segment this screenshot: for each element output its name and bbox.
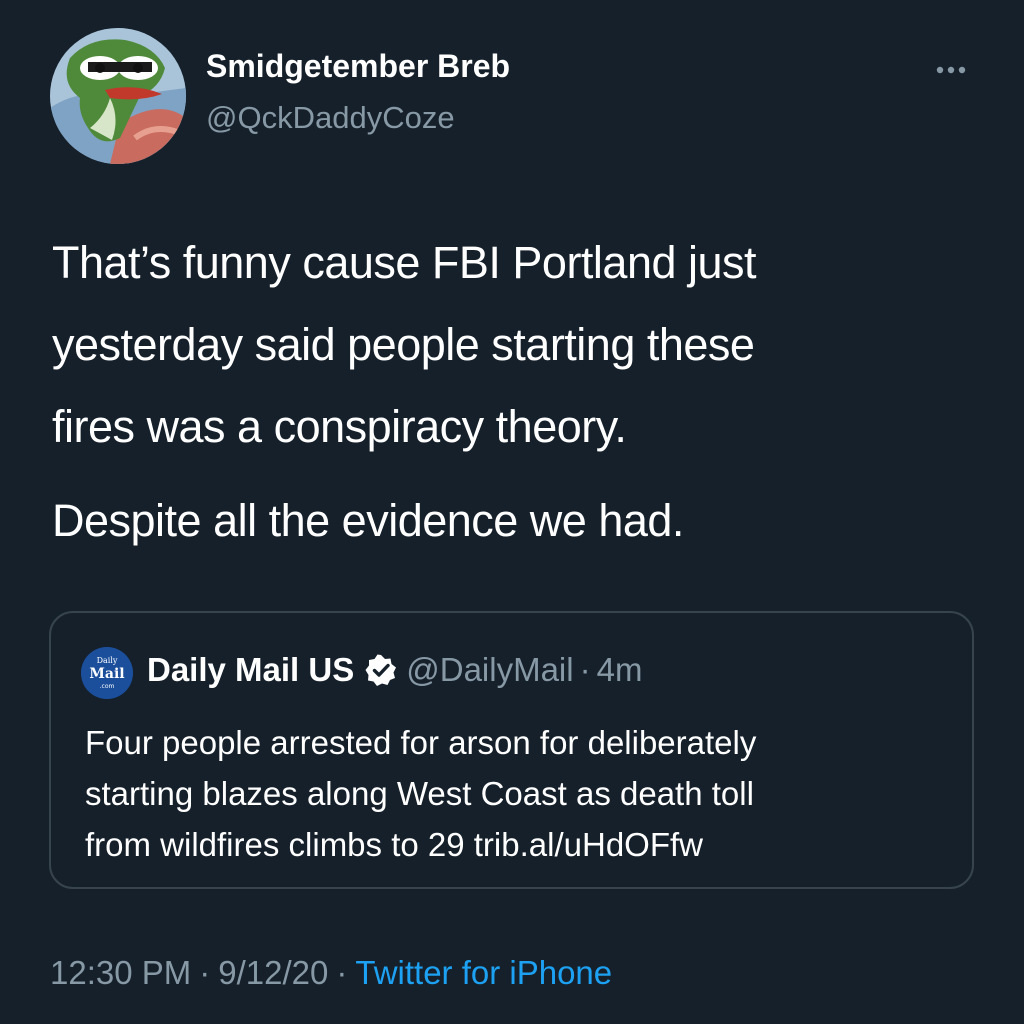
- tweet-date[interactable]: 9/12/20: [218, 954, 328, 991]
- daily-mail-logo-avatar: Daily Mail .com: [81, 647, 133, 699]
- tweet-time[interactable]: 12:30 PM: [50, 954, 191, 991]
- tweet-paragraph-2: Despite all the evidence we had.: [52, 480, 972, 562]
- quoted-tweet-line: starting blazes along West Coast as deat…: [85, 775, 754, 812]
- tweet-line: Despite all the evidence we had.: [52, 495, 684, 546]
- tweet-text: That’s funny cause FBI Portland just yes…: [52, 222, 972, 562]
- verified-badge-icon: [364, 653, 398, 687]
- more-options-button[interactable]: [920, 52, 980, 88]
- logo-text-daily: Daily: [97, 656, 118, 665]
- quoted-tweet-card[interactable]: Daily Mail .com Daily Mail US @DailyMail…: [49, 611, 974, 889]
- more-horizontal-icon: [936, 66, 966, 74]
- quoted-tweet-text: Four people arrested for arson for delib…: [85, 717, 945, 870]
- separator-dot: ·: [336, 954, 348, 991]
- tweet-line: fires was a conspiracy theory.: [52, 401, 627, 452]
- logo-text-com: .com: [100, 683, 115, 690]
- author-handle[interactable]: @QckDaddyCoze: [206, 100, 455, 136]
- tweet-metadata: 12:30 PM · 9/12/20 · Twitter for iPhone: [50, 954, 612, 992]
- quoted-tweet-line: from wildfires climbs to 29 trib.al/uHdO…: [85, 826, 703, 863]
- quoted-tweet-line: Four people arrested for arson for delib…: [85, 724, 757, 761]
- daily-mail-logo-icon: Daily Mail .com: [81, 647, 133, 699]
- quoted-author-handle[interactable]: @DailyMail: [406, 651, 573, 689]
- tweet-detail: Smidgetember Breb @QckDaddyCoze That’s f…: [0, 0, 1024, 1024]
- quoted-tweet-time[interactable]: 4m: [597, 651, 643, 689]
- logo-text-mail: Mail: [89, 666, 124, 682]
- quoted-tweet-header: Daily Mail US @DailyMail · 4m: [147, 651, 642, 689]
- tweet-source-link[interactable]: Twitter for iPhone: [355, 954, 612, 991]
- tweet-paragraph-1: That’s funny cause FBI Portland just yes…: [52, 222, 972, 468]
- author-name[interactable]: Smidgetember Breb: [206, 48, 510, 85]
- separator-dot: ·: [199, 954, 211, 991]
- tweet-line: That’s funny cause FBI Portland just: [52, 237, 757, 288]
- pepe-frog-avatar-icon: [50, 28, 186, 164]
- quoted-author-name[interactable]: Daily Mail US: [147, 651, 354, 689]
- tweet-line: yesterday said people starting these: [52, 319, 755, 370]
- author-avatar[interactable]: [50, 28, 186, 164]
- separator-dot: ·: [579, 651, 591, 688]
